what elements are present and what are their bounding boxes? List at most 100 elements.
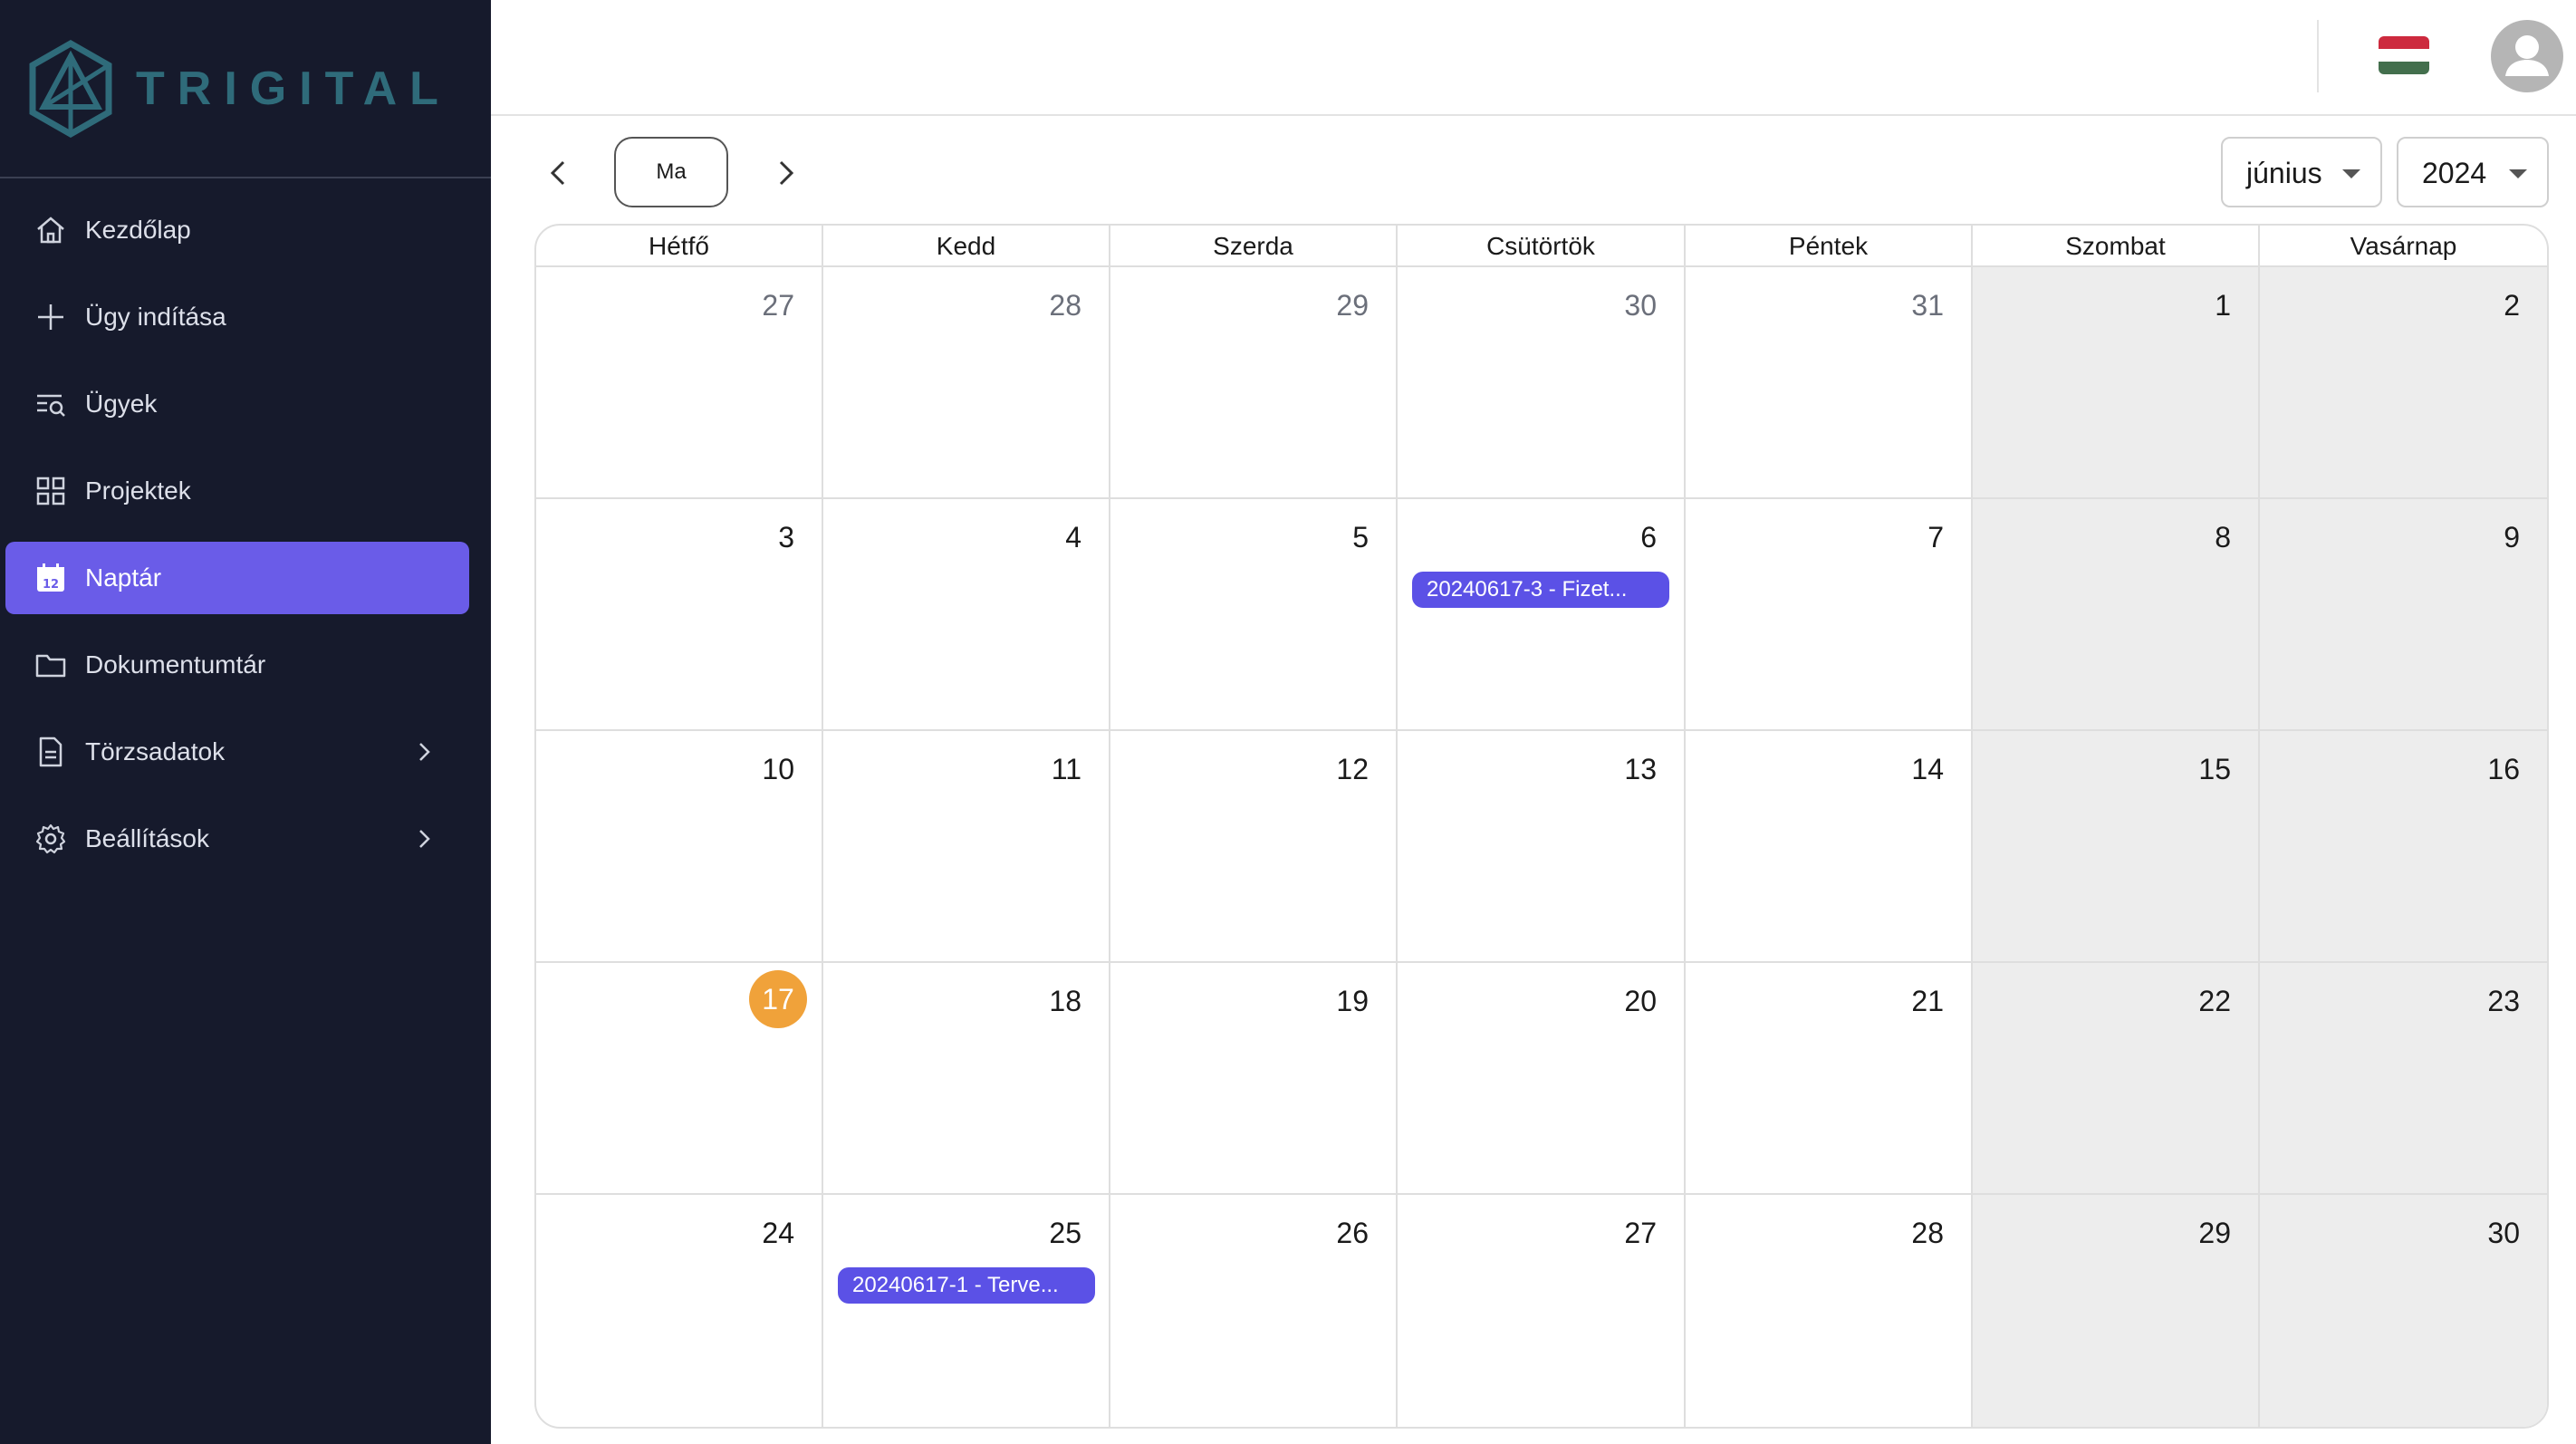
calendar-day-cell[interactable]: 31 [1686,267,1973,499]
calendar-day-cell[interactable]: 5 [1110,499,1398,731]
weekday-header: Péntek [1686,226,1973,265]
calendar-day-cell[interactable]: 13 [1398,731,1686,963]
calendar-day-cell[interactable]: 12 [1110,731,1398,963]
calendar-day-cell[interactable]: 28 [1686,1195,1973,1427]
sidebar-item-ugy-inditasa[interactable]: Ügy indítása [5,281,469,353]
day-number: 16 [2487,753,2520,785]
avatar[interactable] [2491,20,2563,92]
sidebar: TRIGITAL Kezdőlap Ügy indítása Ügyek Pro… [0,0,491,1444]
calendar-day-cell[interactable]: 4 [823,499,1110,731]
calendar-day-cell[interactable]: 30 [1398,267,1686,499]
document-icon [39,736,62,767]
calendar-event[interactable]: 20240617-1 - Terve... [838,1267,1095,1304]
day-number: 28 [1049,289,1081,322]
sidebar-item-naptar[interactable]: 12 Naptár [5,542,469,614]
sidebar-item-projektek[interactable]: Projektek [5,455,469,527]
month-select-value: június [2246,157,2322,189]
calendar-day-cell[interactable]: 18 [823,963,1110,1195]
day-number: 21 [1911,985,1944,1017]
day-number: 14 [1911,753,1944,785]
plus-icon [38,304,63,330]
calendar-day-cell[interactable]: 14 [1686,731,1973,963]
day-number: 7 [1927,521,1944,554]
sidebar-nav: Kezdőlap Ügy indítása Ügyek Projektek 12… [0,194,491,890]
calendar-day-cell[interactable]: 3 [536,499,823,731]
day-number: 19 [1336,985,1369,1017]
calendar-day-cell[interactable]: 25 20240617-1 - Terve... [823,1195,1110,1427]
gear-icon [35,823,66,854]
brand-logo-icon [29,40,112,138]
year-select[interactable]: 2024 [2397,137,2549,207]
user-icon [2505,35,2549,76]
day-number: 15 [2198,753,2231,785]
sidebar-item-kezdolap[interactable]: Kezdőlap [5,194,469,266]
calendar-day-cell[interactable]: 16 [2260,731,2547,963]
day-number: 3 [778,521,794,554]
calendar-day-cell[interactable]: 24 [536,1195,823,1427]
calendar-day-cell[interactable]: 29 [1973,1195,2260,1427]
home-icon [37,217,64,244]
calendar-day-cell[interactable]: 7 [1686,499,1973,731]
day-number: 23 [2487,985,2520,1017]
calendar-day-cell[interactable]: 26 [1110,1195,1398,1427]
calendar-day-cell[interactable]: 20 [1398,963,1686,1195]
calendar-day-cell[interactable]: 29 [1110,267,1398,499]
calendar-icon: 12 [37,563,64,592]
sidebar-item-label: Projektek [85,477,191,505]
calendar-day-cell[interactable]: 27 [1398,1195,1686,1427]
grid-icon [36,477,65,505]
next-month-button[interactable] [759,148,810,198]
previous-month-button[interactable] [534,148,585,198]
language-flag-icon[interactable] [2379,36,2429,74]
day-number: 8 [2215,521,2231,554]
day-number: 30 [1624,289,1657,322]
weekday-header: Vasárnap [2350,232,2457,260]
today-button[interactable]: Ma [614,137,728,207]
calendar-day-cell[interactable]: 10 [536,731,823,963]
calendar-day-cell[interactable]: 15 [1973,731,2260,963]
calendar-weekday-header: Hétfő Kedd Szerda Csütörtök Péntek Szombat Vas… [536,226,2547,267]
sidebar-item-label: Ügyek [85,390,158,418]
brand: TRIGITAL [0,0,491,178]
calendar-day-cell[interactable]: 19 [1110,963,1398,1195]
day-number: 6 [1640,521,1657,554]
sidebar-item-torzsadatok[interactable]: Törzsadatok [5,716,469,788]
weekday-header: Szerda [1110,226,1398,265]
day-number: 28 [1911,1217,1944,1249]
sidebar-item-beallitasok[interactable]: Beállítások [5,803,469,875]
day-number: 26 [1336,1217,1369,1249]
calendar-day-cell[interactable]: 11 [823,731,1110,963]
calendar-day-cell[interactable]: 22 [1973,963,2260,1195]
day-number: 24 [762,1217,794,1249]
sidebar-item-label: Beállítások [85,824,209,852]
calendar-day-cell[interactable]: 1 [1973,267,2260,499]
month-select[interactable]: június [2221,137,2382,207]
day-number: 27 [762,289,794,322]
calendar-day-cell[interactable]: 23 [2260,963,2547,1195]
calendar-event[interactable]: 20240617-3 - Fizet... [1412,572,1669,608]
sidebar-item-ugyek[interactable]: Ügyek [5,368,469,440]
calendar-day-cell[interactable]: 6 20240617-3 - Fizet... [1398,499,1686,731]
day-number: 29 [2198,1217,2231,1249]
day-number: 22 [2198,985,2231,1017]
day-number: 20 [1624,985,1657,1017]
calendar-day-cell[interactable]: 30 [2260,1195,2547,1427]
weekday-header: Szombat [1973,226,2260,265]
top-bar-divider [2317,20,2319,92]
calendar-day-cell[interactable]: 28 [823,267,1110,499]
day-number: 9 [2504,521,2520,554]
year-select-value: 2024 [2422,157,2487,189]
calendar-day-cell[interactable]: 17 [536,963,823,1195]
day-number: 30 [2487,1217,2520,1249]
chevron-right-icon [419,743,430,761]
day-number: 29 [1336,289,1369,322]
calendar-day-cell[interactable]: 9 [2260,499,2547,731]
weekday-header: Kedd [823,226,1110,265]
sidebar-item-dokumentumtar[interactable]: Dokumentumtár [5,629,469,701]
caret-down-icon [2342,169,2360,178]
calendar-day-cell[interactable]: 27 [536,267,823,499]
calendar-day-cell[interactable]: 2 [2260,267,2547,499]
calendar-day-cell[interactable]: 21 [1686,963,1973,1195]
day-number: 5 [1352,521,1369,554]
calendar-day-cell[interactable]: 8 [1973,499,2260,731]
